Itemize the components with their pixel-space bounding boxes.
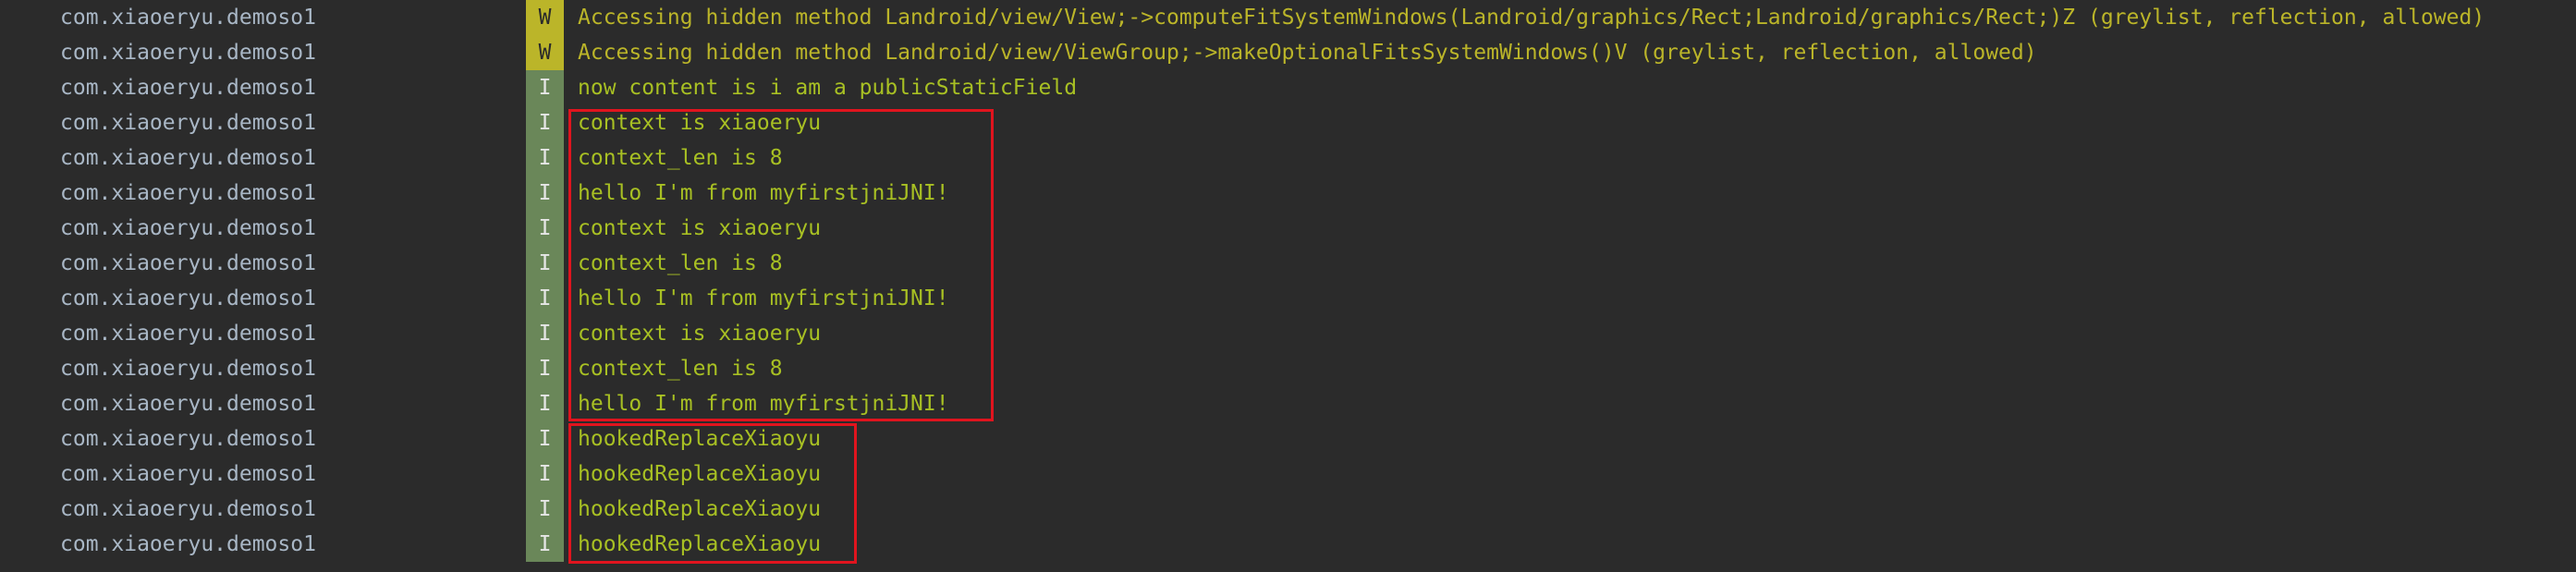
log-package: com.xiaoeryu.demoso1	[60, 111, 316, 135]
log-level-info-badge: I	[526, 246, 564, 281]
log-level-info-badge: I	[526, 421, 564, 456]
log-row[interactable]: com.xiaoeryu.demoso1 Icontext_len is 8	[0, 140, 2576, 176]
log-level-info-badge: I	[526, 386, 564, 421]
log-message: hookedReplaceXiaoyu	[578, 497, 822, 521]
log-row[interactable]: com.xiaoeryu.demoso1 IhookedReplaceXiaoyu	[0, 527, 2576, 562]
log-package: com.xiaoeryu.demoso1	[60, 427, 316, 451]
log-level-info-badge: I	[526, 351, 564, 386]
log-level-info-badge: I	[526, 492, 564, 527]
log-package: com.xiaoeryu.demoso1	[60, 216, 316, 240]
log-message: context is xiaoeryu	[578, 111, 822, 135]
log-row[interactable]: com.xiaoeryu.demoso1 W Accessing hidden me…	[0, 0, 2576, 35]
log-package: com.xiaoeryu.demoso1	[60, 286, 316, 310]
log-level-info-badge: I	[526, 316, 564, 351]
log-package: com.xiaoeryu.demoso1	[60, 181, 316, 205]
log-package: com.xiaoeryu.demoso1	[60, 497, 316, 521]
log-row[interactable]: com.xiaoeryu.demoso1 Ihello I'm from myfi…	[0, 386, 2576, 421]
log-package: com.xiaoeryu.demoso1	[60, 41, 316, 65]
log-package: com.xiaoeryu.demoso1	[60, 322, 316, 346]
log-row[interactable]: com.xiaoeryu.demoso1 Icontext is xiaoeryu	[0, 211, 2576, 246]
log-message: context_len is 8	[578, 146, 783, 170]
log-message: hello I'm from myfirstjniJNI!	[578, 286, 949, 310]
logcat-output[interactable]: com.xiaoeryu.demoso1 W Accessing hidden me…	[0, 0, 2576, 572]
log-package: com.xiaoeryu.demoso1	[60, 146, 316, 170]
log-row[interactable]: com.xiaoeryu.demoso1 Icontext_len is 8	[0, 351, 2576, 386]
log-message: hookedReplaceXiaoyu	[578, 532, 822, 556]
log-package: com.xiaoeryu.demoso1	[60, 392, 316, 416]
log-level-warn-badge: W	[526, 0, 564, 35]
log-message: context_len is 8	[578, 357, 783, 381]
log-message: hello I'm from myfirstjniJNI!	[578, 392, 949, 416]
log-package: com.xiaoeryu.demoso1	[60, 357, 316, 381]
log-message: context is xiaoeryu	[578, 322, 822, 346]
log-row[interactable]: com.xiaoeryu.demoso1 IhookedReplaceXiaoyu	[0, 421, 2576, 456]
log-row[interactable]: com.xiaoeryu.demoso1 Icontext is xiaoeryu	[0, 316, 2576, 351]
log-level-info-badge: I	[526, 527, 564, 562]
log-package: com.xiaoeryu.demoso1	[60, 532, 316, 556]
log-message: now content is i am a publicStaticField	[578, 76, 1078, 100]
log-row[interactable]: com.xiaoeryu.demoso1 IhookedReplaceXiaoyu	[0, 492, 2576, 527]
log-message: Accessing hidden method Landroid/view/Vi…	[578, 41, 2037, 65]
log-level-info-badge: I	[526, 140, 564, 176]
log-level-info-badge: I	[526, 70, 564, 105]
log-message: hookedReplaceXiaoyu	[578, 462, 822, 486]
log-level-info-badge: I	[526, 105, 564, 140]
log-message: Accessing hidden method Landroid/view/Vi…	[578, 6, 2485, 30]
log-level-info-badge: I	[526, 211, 564, 246]
log-row[interactable]: com.xiaoeryu.demoso1 IhookedReplaceXiaoyu	[0, 456, 2576, 492]
log-row[interactable]: com.xiaoeryu.demoso1 W Accessing hidden me…	[0, 35, 2576, 70]
log-level-info-badge: I	[526, 176, 564, 211]
log-row[interactable]: com.xiaoeryu.demoso1 Icontext is xiaoeryu	[0, 105, 2576, 140]
log-package: com.xiaoeryu.demoso1	[60, 6, 316, 30]
log-row[interactable]: com.xiaoeryu.demoso1 Ihello I'm from myfi…	[0, 281, 2576, 316]
log-package: com.xiaoeryu.demoso1	[60, 462, 316, 486]
log-row[interactable]: com.xiaoeryu.demoso1 Inow content is i am…	[0, 70, 2576, 105]
log-message: hookedReplaceXiaoyu	[578, 427, 822, 451]
log-row[interactable]: com.xiaoeryu.demoso1 Ihello I'm from myfi…	[0, 176, 2576, 211]
log-package: com.xiaoeryu.demoso1	[60, 76, 316, 100]
log-level-info-badge: I	[526, 456, 564, 492]
log-level-warn-badge: W	[526, 35, 564, 70]
log-message: context_len is 8	[578, 251, 783, 275]
log-message: hello I'm from myfirstjniJNI!	[578, 181, 949, 205]
log-package: com.xiaoeryu.demoso1	[60, 251, 316, 275]
log-level-info-badge: I	[526, 281, 564, 316]
log-row[interactable]: com.xiaoeryu.demoso1 Icontext_len is 8	[0, 246, 2576, 281]
log-message: context is xiaoeryu	[578, 216, 822, 240]
